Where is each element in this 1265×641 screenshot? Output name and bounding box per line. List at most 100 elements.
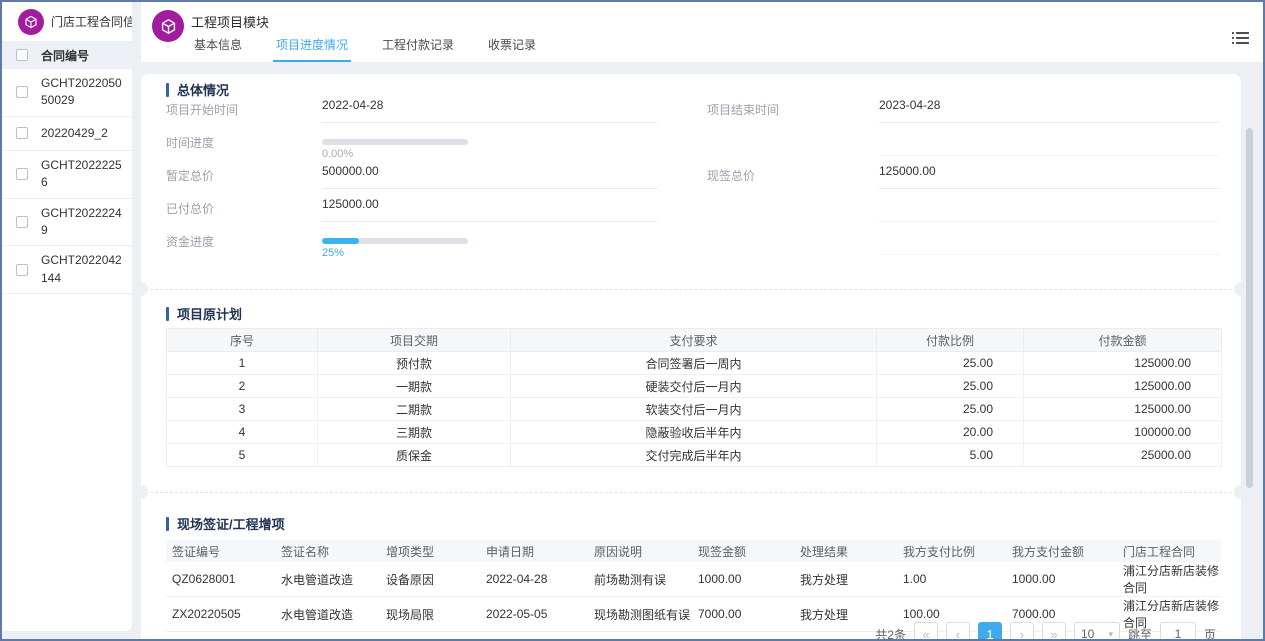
list-icon[interactable] [1232,31,1249,50]
field-label: 暂定总价 [166,169,215,183]
table-row: 5 质保金 交付完成后半年内 5.00 25000.00 [166,443,1222,467]
field-value-input[interactable] [879,197,1219,222]
separator-notch [134,282,148,296]
tab-基本信息[interactable]: 基本信息 [191,36,245,62]
table-cell: 现场勘测图纸有误 [588,596,692,632]
table-cell: 隐蔽验收后半年内 [510,420,877,444]
table-cell: 3 [166,397,318,421]
tab-工程付款记录[interactable]: 工程付款记录 [379,36,457,62]
section-title-visa: 现场签证/工程增项 [166,514,285,533]
sidebar-title: 门店工程合同信息 [51,15,132,29]
prev-page-button[interactable]: ‹ [945,622,970,641]
column-header: 序号 [166,328,318,352]
column-header: 原因说明 [588,540,692,562]
section-bar [166,306,169,321]
field-label [707,230,879,233]
sidebar-header: 门店工程合同信息 [2,2,132,41]
form-row: 项目开始时间 2022-04-28 项目结束时间 2023-04-28 [141,98,1241,131]
page-size-value: 10 [1080,627,1095,641]
table-cell: 7000.00 [692,596,794,632]
contract-row[interactable]: GCHT2022042144 [2,246,132,295]
tab-项目进度情况[interactable]: 项目进度情况 [273,36,352,62]
table-cell: 现场局限 [380,596,480,632]
column-header: 付款金额 [1023,328,1222,352]
table-cell: 合同签署后一周内 [510,351,877,375]
progress-track [322,139,468,145]
table-cell: ZX20220505 [166,596,275,632]
column-header: 现签金额 [692,540,794,562]
select-all-checkbox[interactable] [16,49,28,61]
section-title-plan: 项目原计划 [166,304,242,323]
table-row: 4 三期款 隐蔽验收后半年内 20.00 100000.00 [166,420,1222,444]
table-cell: 2022-04-28 [480,562,588,597]
column-header: 门店工程合同 [1117,540,1221,562]
row-checkbox[interactable] [16,263,28,276]
section-separator [145,289,1237,290]
table-cell: 1.00 [897,562,1006,597]
cube-icon [18,8,44,35]
table-cell: 100000.00 [1023,420,1222,444]
field-value-input[interactable] [879,230,1219,255]
contract-number: 20220429_2 [41,125,108,140]
form-row: 时间进度 0.00% [141,131,1241,164]
table-cell: 浦江分店新店装修合同 [1117,562,1221,597]
first-page-button[interactable]: « [913,622,938,641]
last-page-button[interactable]: » [1041,622,1066,641]
next-page-button[interactable]: › [1009,622,1034,641]
field-value-input[interactable]: 125000.00 [322,197,658,222]
separator-notch [1234,485,1248,499]
table-row: 3 二期款 软装交付后一月内 25.00 125000.00 [166,397,1222,421]
field-label: 现签总价 [707,169,756,183]
tab-收票记录[interactable]: 收票记录 [485,36,539,62]
progress-field: 25% [322,230,658,259]
jump-suffix-label: 页 [1203,627,1216,641]
field-value-input[interactable] [879,131,1219,156]
form-row: 暂定总价 500000.00 现签总价 125000.00 [141,164,1241,197]
visa-table: 签证编号 签证名称 增项类型 申请日期 原因说明 现签金额 处理结果 我方支付比例 我方支付金额… [166,540,1221,632]
field-label: 已付总价 [166,202,215,216]
contract-row[interactable]: 20220429_2 [2,117,132,151]
page-size-select[interactable]: 10 ▾ [1073,622,1120,641]
contract-sidebar: 门店工程合同信息 合同编号 GCHT202205050029 20220429_2… [2,2,132,631]
field-value-input[interactable]: 125000.00 [879,164,1219,189]
row-checkbox[interactable] [16,86,28,99]
section-bar [166,516,169,531]
table-row: 1 预付款 合同签署后一周内 25.00 125000.00 [166,351,1222,375]
page-button-1[interactable]: 1 [977,622,1002,641]
contract-number: GCHT20222256 [41,157,122,190]
table-cell: 预付款 [317,351,511,375]
contract-row[interactable]: GCHT20222249 [2,199,132,247]
tab-bar: 基本信息 项目进度情况 工程付款记录 收票记录 [191,36,539,62]
table-cell: 125000.00 [1023,374,1222,398]
column-header: 签证名称 [275,540,380,562]
column-header: 付款比例 [876,328,1024,352]
field-label: 项目结束时间 [707,103,780,117]
table-cell: 2 [166,374,318,398]
column-header: 增项类型 [380,540,480,562]
progress-fill [322,238,359,244]
field-value-input[interactable]: 2022-04-28 [322,98,658,123]
row-checkbox[interactable] [16,127,28,140]
contract-number-column-label: 合同编号 [41,48,90,63]
contract-row[interactable]: GCHT20222256 [2,151,132,199]
vertical-scrollbar[interactable] [1246,128,1253,488]
field-value-input[interactable]: 500000.00 [322,164,658,189]
column-header: 我方支付比例 [897,540,1006,562]
row-checkbox[interactable] [16,168,28,181]
contract-row[interactable]: GCHT202205050029 [2,69,132,117]
table-cell: 5.00 [876,443,1024,467]
table-cell: 设备原因 [380,562,480,597]
page-title: 工程项目模块 [191,15,270,30]
field-value-input[interactable]: 2023-04-28 [879,98,1219,123]
table-cell: 2022-05-05 [480,596,588,632]
jump-page-input[interactable]: 1 [1159,622,1196,641]
field-label: 时间进度 [166,136,215,150]
table-cell: 我方处理 [794,562,897,597]
table-cell: 前场勘测有误 [588,562,692,597]
row-checkbox[interactable] [16,215,28,228]
chevron-down-icon: ▾ [1108,628,1113,639]
column-header: 我方支付金额 [1006,540,1117,562]
table-cell: 一期款 [317,374,511,398]
progress-panel: 总体情况 项目开始时间 2022-04-28 项目结束时间 2023-04-28 时间进… [134,74,1248,641]
progress-track [322,238,468,244]
